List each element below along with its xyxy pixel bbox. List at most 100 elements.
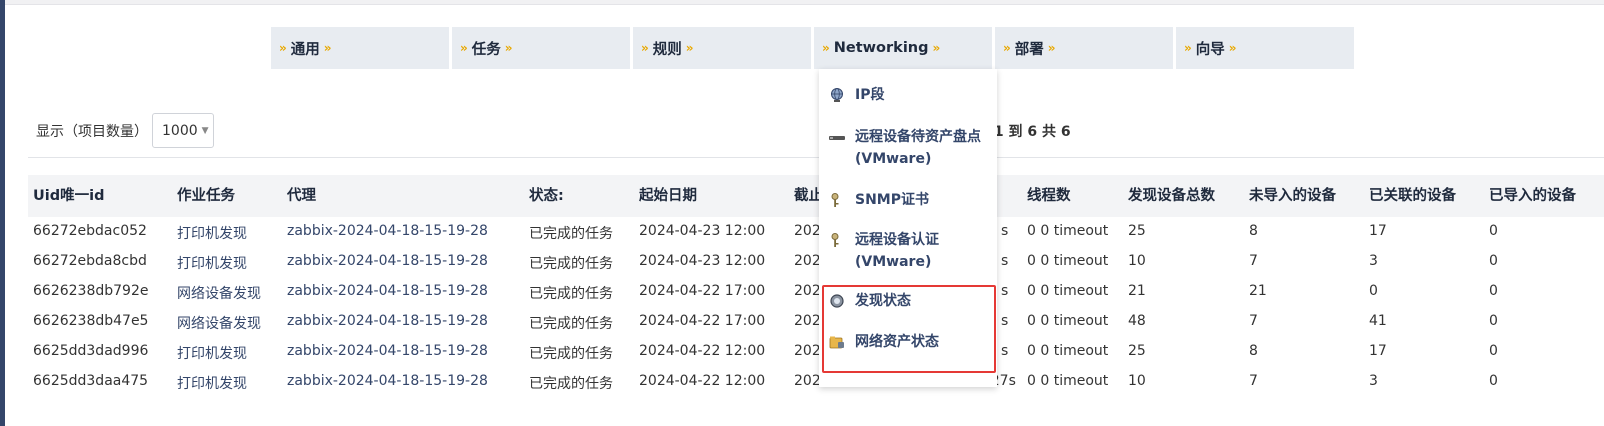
page-length-label: 显示（项目数量） (36, 124, 148, 140)
cell-linked: 3 (1369, 373, 1378, 389)
menu-deploy-label: 部署 (1014, 41, 1044, 58)
cell-linked: 3 (1369, 253, 1378, 269)
cell-agent[interactable]: zabbix-2024-04-18-15-19-28 (287, 283, 488, 299)
cell-duration: s (1001, 343, 1009, 359)
cell-job[interactable]: 网络设备发现 (177, 283, 261, 303)
cell-linked: 41 (1369, 313, 1387, 329)
col-header-threads[interactable]: 线程数 (1027, 184, 1071, 205)
cell-start-date: 2024-04-22 17:00 (639, 313, 766, 329)
cell-imported: 0 (1489, 283, 1498, 299)
menu-wizard[interactable]: » 向导 » (1176, 27, 1354, 69)
cell-status: 已完成的任务 (529, 346, 613, 362)
cell-linked: 17 (1369, 343, 1387, 359)
col-header-imported[interactable]: 已导入的设备 (1489, 184, 1576, 205)
key-icon (831, 193, 839, 207)
cell-agent[interactable]: zabbix-2024-04-18-15-19-28 (287, 253, 488, 269)
dropdown-item-label: IP段 (855, 87, 885, 103)
cell-linked: 17 (1369, 223, 1387, 239)
dropdown-item-vmware-inventory[interactable]: 远程设备待资产盘点 (VMware) (829, 126, 985, 170)
cell-start-date: 2024-04-22 12:00 (639, 373, 766, 389)
cell-not-imported: 21 (1249, 283, 1267, 299)
globe-icon (831, 88, 843, 102)
chevron-double-down-icon: » (1184, 41, 1192, 55)
cell-uid: 6626238db47e5 (33, 313, 149, 329)
col-header-status[interactable]: 状态: (529, 184, 564, 205)
cell-agent[interactable]: zabbix-2024-04-18-15-19-28 (287, 373, 488, 389)
chevron-double-down-icon: » (1047, 41, 1056, 55)
cell-uid: 66272ebdac052 (33, 223, 147, 239)
cell-imported: 0 (1489, 373, 1498, 389)
menu-tasks[interactable]: » 任务 » (452, 27, 630, 69)
col-header-uid[interactable]: Uid唯一id (33, 184, 104, 205)
chevron-double-down-icon: » (685, 41, 694, 55)
cell-agent[interactable]: zabbix-2024-04-18-15-19-28 (287, 223, 488, 239)
cell-threads: 0 0 timeout (1027, 373, 1109, 389)
menu-wizard-label: 向导 (1195, 41, 1225, 58)
dropdown-item-vmware-auth[interactable]: 远程设备认证 (VMware) (829, 229, 985, 273)
cell-duration: s (1001, 223, 1009, 239)
cell-uid: 6625dd3daa475 (33, 373, 149, 389)
server-icon (829, 136, 845, 140)
cell-threads: 0 0 timeout (1027, 253, 1109, 269)
cell-agent[interactable]: zabbix-2024-04-18-15-19-28 (287, 313, 488, 329)
cell-status: 已完成的任务 (529, 226, 613, 242)
caret-down-icon: ▼ (201, 125, 209, 136)
cell-imported: 0 (1489, 343, 1498, 359)
cell-threads: 0 0 timeout (1027, 283, 1109, 299)
chevron-double-down-icon: » (323, 41, 332, 55)
key-icon (831, 233, 839, 247)
dropdown-item-ip-range[interactable]: IP段 (829, 84, 985, 106)
cell-start-date: 2024-04-22 12:00 (639, 343, 766, 359)
cell-agent[interactable]: zabbix-2024-04-18-15-19-28 (287, 343, 488, 359)
cell-total-devices: 25 (1128, 343, 1146, 359)
col-header-job[interactable]: 作业任务 (177, 184, 235, 205)
dropdown-item-label: SNMP证书 (855, 192, 929, 208)
cell-not-imported: 7 (1249, 373, 1258, 389)
menu-networking[interactable]: » Networking » (814, 27, 992, 69)
chevron-double-down-icon: » (641, 41, 649, 55)
cell-status: 已完成的任务 (529, 256, 613, 272)
cell-end-date: 202 (794, 283, 821, 299)
cell-uid: 66272ebda8cbd (33, 253, 147, 269)
highlight-box (822, 285, 996, 373)
cell-job[interactable]: 打印机发现 (177, 373, 247, 393)
cell-end-date: 202 (794, 223, 821, 239)
divider (28, 157, 1604, 158)
menu-rules-label: 规则 (652, 41, 682, 58)
dropdown-item-label: 远程设备认证 (VMware) (855, 232, 939, 270)
menu-general[interactable]: » 通用 » (271, 27, 449, 69)
dropdown-item-snmp-cert[interactable]: SNMP证书 (829, 189, 985, 211)
menu-rules[interactable]: » 规则 » (633, 27, 811, 69)
cell-not-imported: 8 (1249, 343, 1258, 359)
col-header-agent[interactable]: 代理 (287, 184, 316, 205)
menu-networking-label: Networking (833, 40, 929, 56)
page-length-select[interactable]: 1000 ▼ (152, 113, 214, 148)
cell-duration: s (1001, 253, 1009, 269)
chevron-double-down-icon: » (279, 41, 287, 55)
cell-total-devices: 10 (1128, 253, 1146, 269)
left-edge-strip (0, 0, 5, 426)
cell-linked: 0 (1369, 283, 1378, 299)
menu-general-label: 通用 (290, 41, 320, 58)
chevron-double-down-icon: » (1228, 41, 1237, 55)
cell-end-date: 202 (794, 253, 821, 269)
cell-job[interactable]: 打印机发现 (177, 253, 247, 273)
cell-total-devices: 21 (1128, 283, 1146, 299)
cell-imported: 0 (1489, 313, 1498, 329)
col-header-start-date[interactable]: 起始日期 (639, 184, 697, 205)
cell-job[interactable]: 网络设备发现 (177, 313, 261, 333)
cell-job[interactable]: 打印机发现 (177, 223, 247, 243)
col-header-linked[interactable]: 已关联的设备 (1369, 184, 1456, 205)
dropdown-item-label: 远程设备待资产盘点 (VMware) (855, 129, 981, 167)
menu-deploy[interactable]: » 部署 » (995, 27, 1173, 69)
cell-job[interactable]: 打印机发现 (177, 343, 247, 363)
col-header-not-imported[interactable]: 未导入的设备 (1249, 184, 1336, 205)
cell-start-date: 2024-04-22 17:00 (639, 283, 766, 299)
cell-total-devices: 48 (1128, 313, 1146, 329)
cell-imported: 0 (1489, 253, 1498, 269)
chevron-double-down-icon: » (460, 41, 468, 55)
col-header-total-devices[interactable]: 发现设备总数 (1128, 184, 1215, 205)
cell-end-date: 202 (794, 313, 821, 329)
cell-uid: 6626238db792e (33, 283, 149, 299)
cell-threads: 0 0 timeout (1027, 223, 1109, 239)
